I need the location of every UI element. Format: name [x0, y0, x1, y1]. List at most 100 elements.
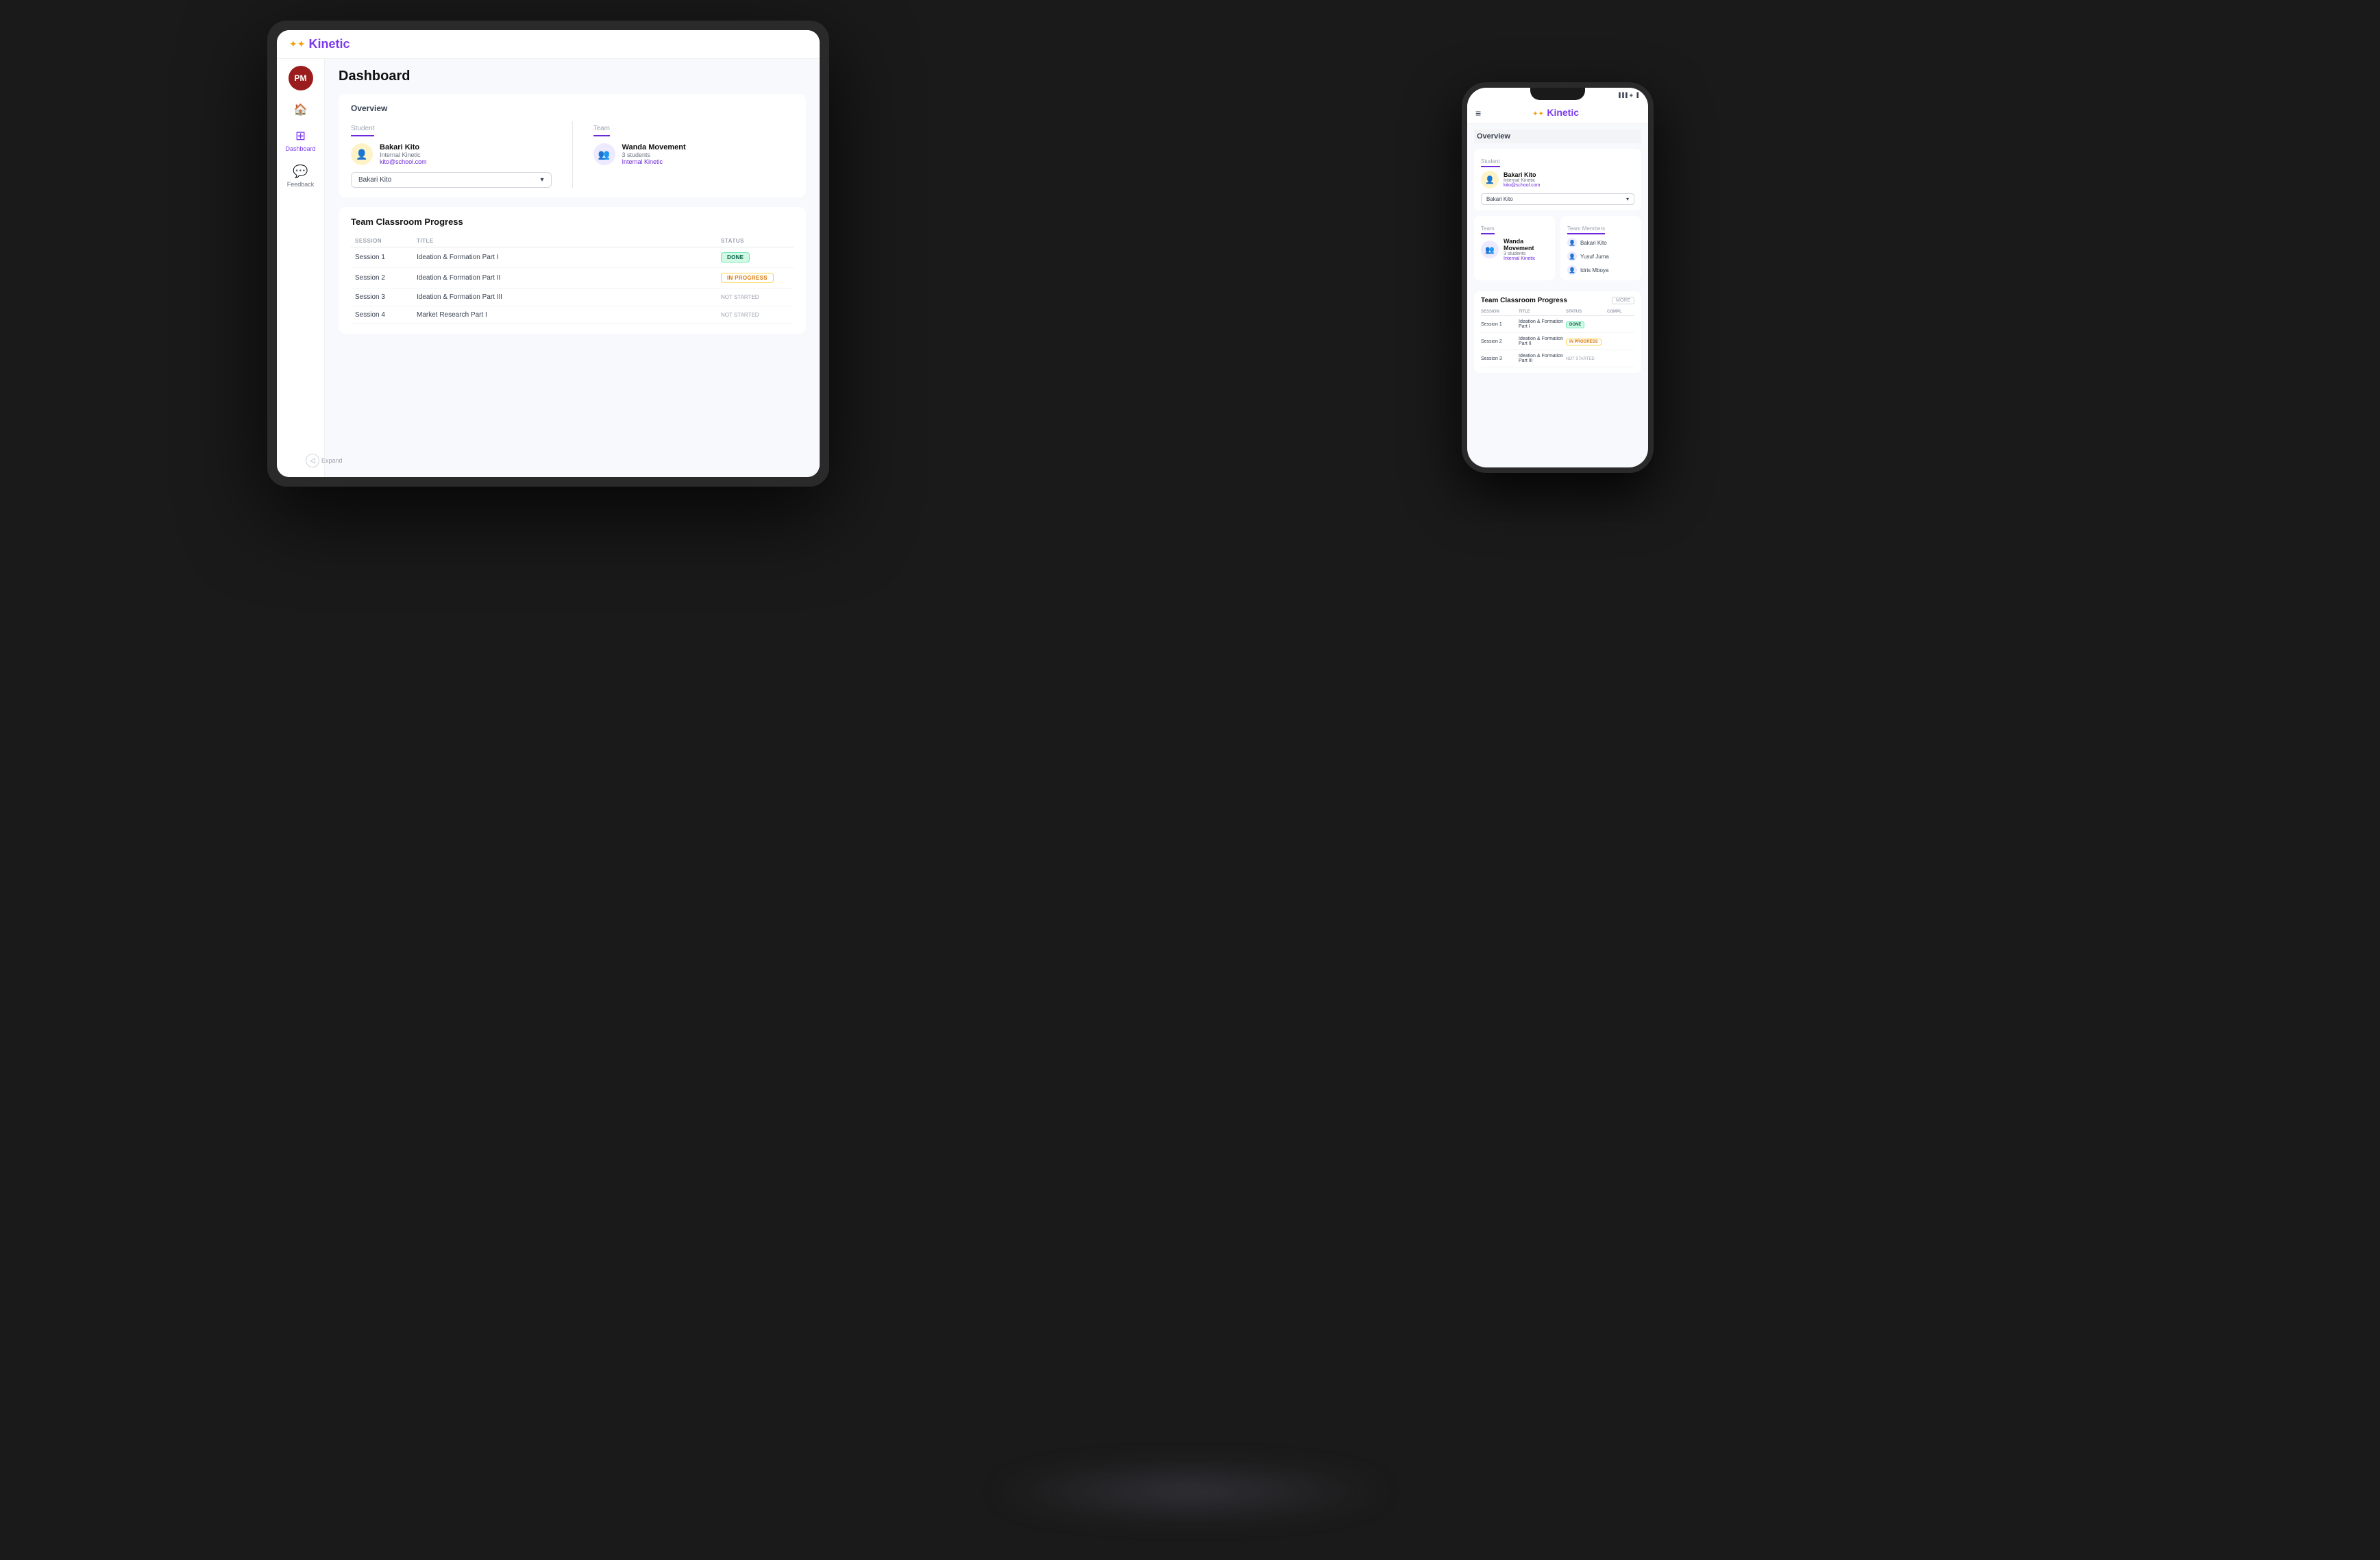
phone-progress-header: Team Classroom Progress MORE	[1481, 297, 1634, 304]
phone-team-name: Wanda Movement	[1504, 238, 1548, 252]
phone-status: DONE	[1566, 322, 1607, 327]
phone-student-card: Student 👤 Bakari Kito Internal Kinetic k…	[1474, 149, 1641, 210]
phone-title: Ideation & Formation Part I	[1519, 319, 1566, 329]
title-cell: Ideation & Formation Part I	[417, 254, 721, 261]
phone-members-list: 👤 Bakari Kito 👤 Yusuf Juma 👤 Idris Mboya	[1567, 238, 1634, 275]
status-cell: NOT STARTED	[721, 311, 789, 319]
battery-icon: ▐	[1635, 93, 1639, 98]
title-cell: Ideation & Formation Part II	[417, 274, 721, 282]
phone-session: Session 1	[1481, 322, 1519, 327]
phone-student-info: Bakari Kito Internal Kinetic kito@school…	[1504, 171, 1540, 188]
overview-card: Overview Student 👤 Bakari Kito Internal …	[339, 94, 806, 197]
progress-card: Team Classroom Progress SESSION TITLE ST…	[339, 207, 806, 334]
user-avatar: PM	[289, 66, 313, 90]
tablet-logo: ✦✦ Kinetic	[289, 37, 349, 51]
phone-header: ≡ ✦✦ Kinetic	[1467, 103, 1648, 124]
list-item: 👤 Yusuf Juma	[1567, 252, 1634, 261]
phone-team-students: 3 students	[1504, 252, 1548, 256]
sidebar-item-dashboard[interactable]: ⊞ Dashboard	[285, 129, 315, 152]
phone-team-info: Wanda Movement 3 students Internal Kinet…	[1504, 238, 1548, 261]
phone-title: Ideation & Formation Part II	[1519, 337, 1566, 346]
session-cell: Session 3	[355, 293, 417, 301]
member-name: Idris Mboya	[1580, 267, 1608, 273]
member-name: Bakari Kito	[1580, 240, 1607, 246]
status-badge: NOT STARTED	[721, 294, 759, 300]
team-info: Wanda Movement 3 students Internal Kinet…	[622, 143, 686, 165]
feedback-label: Feedback	[287, 181, 315, 188]
status-badge: DONE	[721, 252, 750, 263]
status-badge: DONE	[1566, 321, 1584, 328]
table-row: Session 3 Ideation & Formation Part III …	[1481, 350, 1634, 367]
tablet-device: ✦✦ Kinetic PM 🏠 ⊞ Dashboard 💬 Feedback	[267, 21, 829, 487]
phone-status: IN PROGRESS	[1566, 339, 1607, 344]
phone-team-label: Team	[1481, 226, 1495, 234]
student-email: kito@school.com	[380, 158, 427, 165]
member-icon: 👤	[1567, 238, 1577, 247]
phone-team-avatar: 👥	[1481, 241, 1499, 258]
tablet-screen: ✦✦ Kinetic PM 🏠 ⊞ Dashboard 💬 Feedback	[277, 30, 820, 477]
phone-status: NOT STARTED	[1566, 356, 1607, 361]
student-role: Internal Kinetic	[380, 151, 427, 158]
hamburger-icon[interactable]: ≡	[1475, 108, 1481, 119]
background-glow	[985, 1464, 1396, 1519]
phone-student-dropdown[interactable]: Bakari Kito ▾	[1481, 193, 1634, 205]
phone-team-section: Team 👥 Wanda Movement 3 students Interna…	[1474, 216, 1641, 286]
phone-team-card: Team 👥 Wanda Movement 3 students Interna…	[1474, 216, 1555, 280]
student-col: Student 👤 Bakari Kito Internal Kinetic k…	[351, 121, 552, 188]
phone-session: Session 3	[1481, 356, 1519, 361]
member-icon: 👤	[1567, 265, 1577, 275]
dropdown-value: Bakari Kito	[358, 176, 391, 184]
status-badge: IN PROGRESS	[721, 273, 774, 283]
table-header: SESSION TITLE STATUS	[351, 235, 794, 247]
team-avatar-icon: 👥	[593, 143, 615, 165]
phone-student-email: kito@school.com	[1504, 183, 1540, 188]
student-avatar-icon: 👤	[351, 143, 373, 165]
logo-dots-icon: ✦✦	[289, 38, 305, 50]
student-label: Student	[351, 125, 374, 136]
phone-student-role: Internal Kinetic	[1504, 178, 1540, 183]
list-item: 👤 Bakari Kito	[1567, 238, 1634, 247]
phone-student-label: Student	[1481, 158, 1500, 167]
collapse-icon: ◁	[306, 454, 319, 467]
team-role: Internal Kinetic	[622, 158, 686, 165]
overview-grid: Student 👤 Bakari Kito Internal Kinetic k…	[351, 121, 794, 188]
feedback-icon: 💬	[293, 164, 308, 179]
sidebar-item-feedback[interactable]: 💬 Feedback	[287, 164, 315, 188]
list-item: 👤 Idris Mboya	[1567, 265, 1634, 275]
phone-student-name: Bakari Kito	[1504, 171, 1540, 178]
tablet-body: PM 🏠 ⊞ Dashboard 💬 Feedback Dashboard	[277, 59, 820, 477]
phone-col-compl: COMPL	[1607, 310, 1634, 314]
phone-col-session: SESSION	[1481, 310, 1519, 314]
collapse-label: Expand	[321, 457, 343, 464]
team-label: Team	[593, 125, 610, 136]
title-cell: Ideation & Formation Part III	[417, 293, 721, 301]
member-name: Yusuf Juma	[1580, 254, 1609, 260]
progress-title: Team Classroom Progress	[351, 217, 794, 227]
phone-team-role: Internal Kinetic	[1504, 256, 1548, 261]
collapse-button[interactable]: ◁ Expand	[306, 454, 343, 467]
status-badge: NOT STARTED	[1566, 357, 1595, 361]
student-info: Bakari Kito Internal Kinetic kito@school…	[380, 143, 427, 165]
chevron-down-icon: ▾	[540, 176, 543, 184]
phone-logo-dots-icon: ✦✦	[1532, 110, 1544, 118]
status-badge: NOT STARTED	[721, 312, 759, 318]
phone-student-avatar: 👤	[1481, 171, 1499, 188]
phone-members-label: Team Members	[1567, 226, 1605, 234]
table-row: Session 4 Market Research Part I NOT STA…	[351, 306, 794, 324]
team-col: Team 👥 Wanda Movement 3 students Interna…	[593, 121, 794, 188]
table-row: Session 2 Ideation & Formation Part II I…	[1481, 333, 1634, 350]
session-cell: Session 2	[355, 274, 417, 282]
session-cell: Session 4	[355, 311, 417, 319]
more-button[interactable]: MORE	[1612, 297, 1634, 304]
phone-team-row: 👥 Wanda Movement 3 students Internal Kin…	[1481, 238, 1548, 261]
phone-col-status: STATUS	[1566, 310, 1607, 314]
phone-members-card: Team Members 👤 Bakari Kito 👤 Yusuf Juma	[1560, 216, 1641, 280]
student-dropdown[interactable]: Bakari Kito ▾	[351, 172, 552, 188]
app-name-label: Kinetic	[308, 37, 349, 51]
signal-icon: ▐▐▐	[1617, 93, 1628, 98]
phone-dropdown-value: Bakari Kito	[1486, 196, 1513, 202]
phone-progress-card: Team Classroom Progress MORE SESSION TIT…	[1474, 291, 1641, 373]
table-row: Session 2 Ideation & Formation Part II I…	[351, 268, 794, 289]
table-row: Session 1 Ideation & Formation Part I DO…	[1481, 316, 1634, 333]
phone-body: Overview Student 👤 Bakari Kito Internal …	[1467, 124, 1648, 467]
